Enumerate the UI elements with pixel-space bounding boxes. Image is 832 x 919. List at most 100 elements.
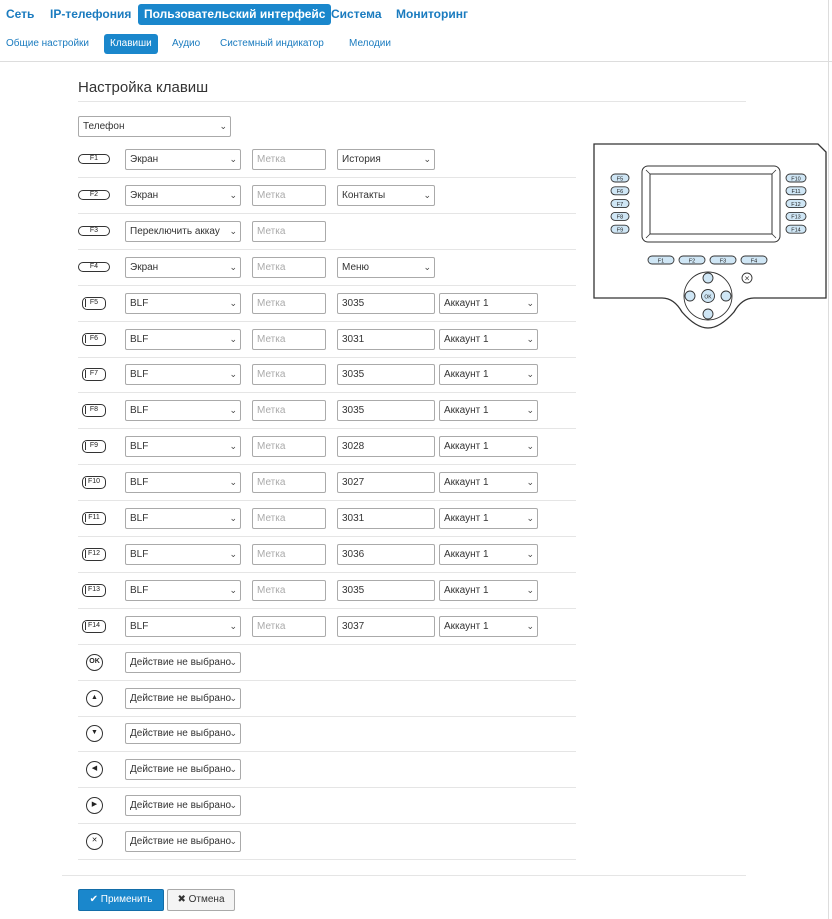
key-row: F12 BLF ⌄ Метка 3036 Аккаунт 1 ⌄ [78,537,576,573]
nav-network[interactable]: Сеть [0,4,40,25]
chevron-down-icon: ⌄ [526,620,534,631]
function-key-icon: F13 [82,583,106,597]
key-type-select[interactable]: Экран ⌄ [125,184,241,206]
key-number-input[interactable]: 3035 [337,579,435,601]
nav-action-select[interactable]: Действие не выбрано ⌄ [125,651,241,673]
key-type-select[interactable]: Экран ⌄ [125,149,241,170]
chevron-down-icon: ⌄ [526,477,534,488]
key-label-input[interactable]: Метка [252,149,326,170]
phone-left-key-label: F5 [617,176,623,182]
key-type-select[interactable]: BLF ⌄ [125,579,241,601]
device-select[interactable]: Телефон ⌄ [78,116,231,137]
subnav-system-indicator[interactable]: Системный индикатор [214,34,330,54]
key-screen-select[interactable]: История ⌄ [337,149,435,170]
nav-action-select[interactable]: Действие не выбрано ⌄ [125,723,241,745]
key-type-select[interactable]: BLF ⌄ [125,508,241,529]
key-number-input[interactable]: 3031 [337,508,435,529]
key-label-input[interactable]: Метка [252,615,326,637]
key-type-select[interactable]: BLF ⌄ [125,436,241,458]
key-number-input[interactable]: 3037 [337,615,435,637]
key-type-select[interactable]: BLF ⌄ [125,472,241,494]
key-label-input[interactable]: Метка [252,256,326,278]
key-type-select[interactable]: Переключить аккау ⌄ [125,220,241,242]
key-number-input[interactable]: 3031 [337,328,435,350]
key-label-input[interactable]: Метка [252,579,326,601]
key-row: F13 BLF ⌄ Метка 3035 Аккаунт 1 ⌄ [78,573,576,609]
apply-label: Применить [100,894,153,905]
footer-divider [62,875,746,876]
key-label-input[interactable]: Метка [252,436,326,458]
subnav-melodies[interactable]: Мелодии [343,34,397,54]
chevron-down-icon: ⌄ [526,405,534,416]
nav-action-select[interactable]: Действие не выбрано ⌄ [125,759,241,781]
key-screen-select[interactable]: Меню ⌄ [337,256,435,278]
key-type-select[interactable]: BLF ⌄ [125,615,241,637]
key-type-select[interactable]: Экран ⌄ [125,256,241,278]
nav-monitoring[interactable]: Мониторинг [390,4,474,25]
key-account-select[interactable]: Аккаунт 1 ⌄ [439,364,538,386]
key-number-input[interactable]: 3028 [337,436,435,458]
key-type-select[interactable]: BLF ⌄ [125,543,241,565]
nav-key-row: ✕ Действие не выбрано ⌄ [78,824,576,861]
key-account-select[interactable]: Аккаунт 1 ⌄ [439,436,538,458]
key-label-input[interactable]: Метка [252,328,326,350]
left-icon: ◀ [86,761,103,779]
chevron-down-icon: ⌄ [229,548,237,559]
key-label-input[interactable]: Метка [252,508,326,529]
nav-action-select[interactable]: Действие не выбрано ⌄ [125,687,241,709]
cancel-label: Отмена [188,894,225,905]
chevron-down-icon: ⌄ [526,441,534,452]
nav-action-select-value: Действие не выбрано [130,656,232,668]
subnav-keys[interactable]: Клавиши [104,34,158,54]
nav-action-select[interactable]: Действие не выбрано ⌄ [125,831,241,853]
key-number-input[interactable]: 3027 [337,472,435,494]
chevron-down-icon: ⌄ [229,333,237,344]
key-account-select-value: Аккаунт 1 [444,405,489,417]
key-row: F3 Переключить аккау ⌄ Метка [78,214,576,250]
key-screen-select[interactable]: Контакты ⌄ [337,184,435,206]
function-key-icon: F3 [78,225,110,236]
cancel-button[interactable]: ✖ Отмена [167,889,235,911]
key-account-select[interactable]: Аккаунт 1 ⌄ [439,472,538,494]
key-account-select[interactable]: Аккаунт 1 ⌄ [439,508,538,529]
key-account-select[interactable]: Аккаунт 1 ⌄ [439,543,538,565]
key-number-input[interactable]: 3035 [337,400,435,422]
key-type-select[interactable]: BLF ⌄ [125,328,241,350]
function-key-icon: F12 [82,547,106,561]
chevron-down-icon: ⌄ [219,121,227,131]
key-label-input[interactable]: Метка [252,292,326,314]
key-row: F5 BLF ⌄ Метка 3035 Аккаунт 1 ⌄ [78,286,576,322]
function-key-icon: F7 [82,368,106,382]
nav-key-row: ▶ Действие не выбрано ⌄ [78,788,576,825]
key-account-select[interactable]: Аккаунт 1 ⌄ [439,579,538,601]
nav-system[interactable]: Система [325,4,388,25]
key-type-select[interactable]: BLF ⌄ [125,364,241,386]
key-account-select[interactable]: Аккаунт 1 ⌄ [439,615,538,637]
chevron-down-icon: ⌄ [526,584,534,595]
key-label-input[interactable]: Метка [252,220,326,242]
nav-ip-telephony[interactable]: IP-телефония [44,4,137,25]
key-type-select[interactable]: BLF ⌄ [125,292,241,314]
key-number-input[interactable]: 3035 [337,364,435,386]
key-row: F9 BLF ⌄ Метка 3028 Аккаунт 1 ⌄ [78,429,576,466]
subnav-general[interactable]: Общие настройки [0,34,95,54]
key-type-select[interactable]: BLF ⌄ [125,400,241,422]
key-label-input[interactable]: Метка [252,472,326,494]
nav-user-interface[interactable]: Пользовательский интерфейс [138,4,332,25]
nav-action-select-value: Действие не выбрано [130,764,232,776]
key-label-input[interactable]: Метка [252,400,326,422]
key-account-select[interactable]: Аккаунт 1 ⌄ [439,292,538,314]
key-label-input[interactable]: Метка [252,184,326,206]
chevron-down-icon: ⌄ [229,584,237,595]
key-number-input[interactable]: 3036 [337,543,435,565]
nav-action-select[interactable]: Действие не выбрано ⌄ [125,795,241,817]
phone-bottom-key-label: F4 [751,258,757,264]
key-account-select[interactable]: Аккаунт 1 ⌄ [439,328,538,350]
key-number-input[interactable]: 3035 [337,292,435,314]
key-label-input[interactable]: Метка [252,364,326,386]
apply-button[interactable]: ✔ Применить [78,889,164,911]
key-label-input[interactable]: Метка [252,543,326,565]
subnav-audio[interactable]: Аудио [166,34,206,54]
key-account-select-value: Аккаунт 1 [444,333,489,345]
key-account-select[interactable]: Аккаунт 1 ⌄ [439,400,538,422]
